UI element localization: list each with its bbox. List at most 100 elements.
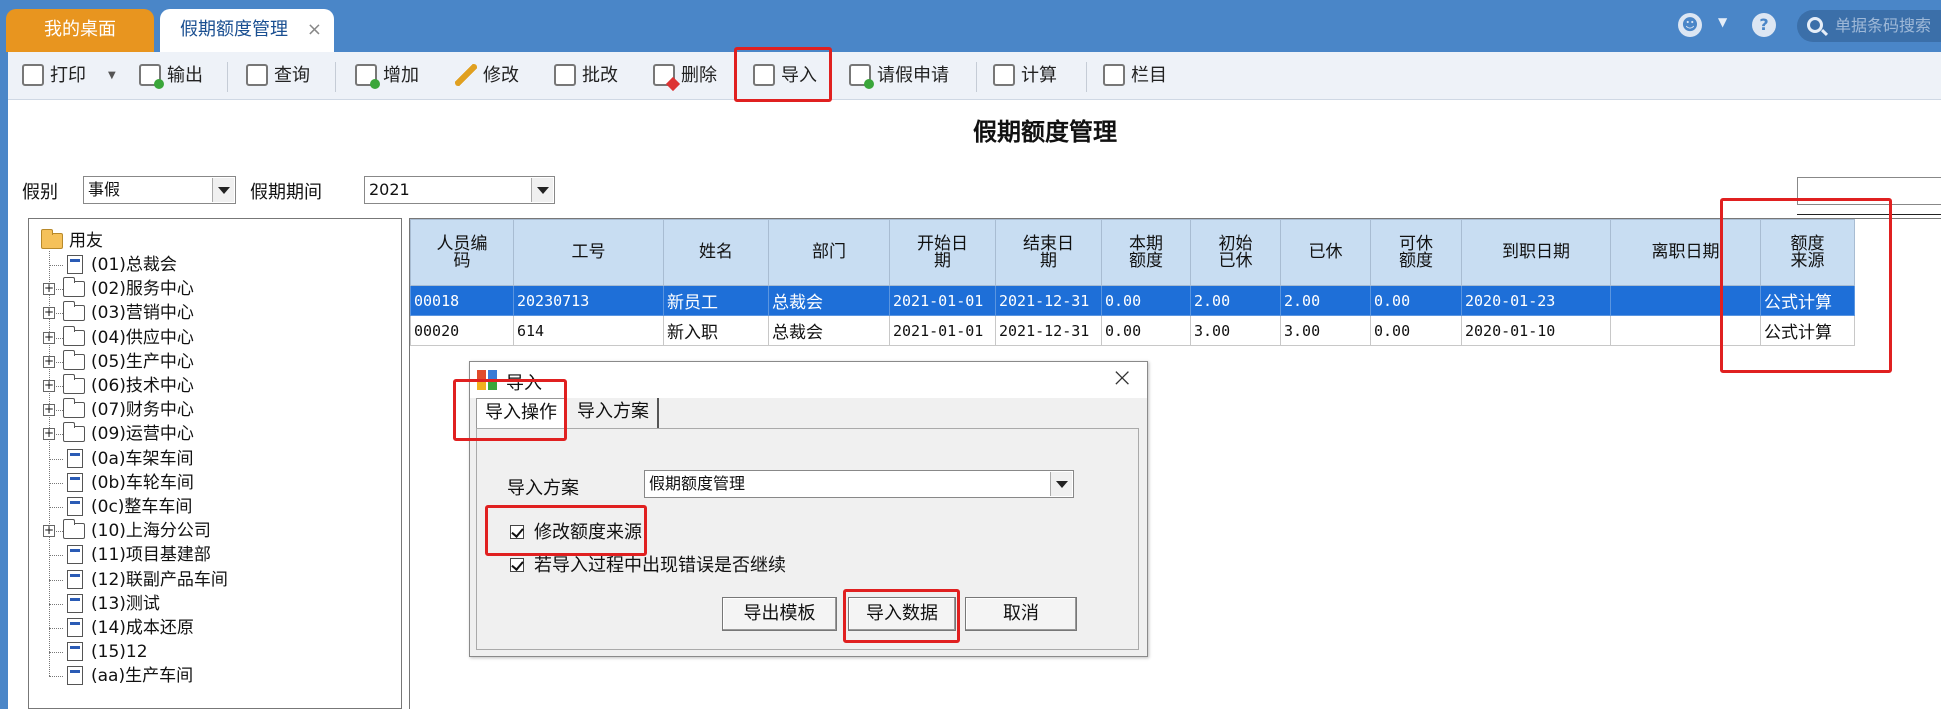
add-button[interactable]: 增加 (355, 60, 419, 92)
tree-expand-icon[interactable]: + (43, 306, 55, 319)
chevron-down-icon[interactable] (531, 178, 553, 202)
column-header[interactable]: 可休 额度 (1370, 219, 1462, 286)
tree-item[interactable]: (01)总裁会 (67, 253, 177, 277)
tree-item[interactable]: (03)营销中心 (63, 301, 194, 325)
tree-item[interactable]: (04)供应中心 (63, 326, 194, 350)
query-button[interactable]: 查询 (246, 60, 310, 92)
import-button[interactable]: 导入 (753, 60, 817, 92)
filter-input-partial[interactable] (1797, 177, 1941, 205)
tab-leave-quota[interactable]: 假期额度管理 × (160, 9, 334, 52)
tree-item[interactable]: (14)成本还原 (67, 616, 194, 640)
leave-request-button[interactable]: 请假申请 (849, 60, 949, 92)
calculate-button[interactable]: 计算 (993, 60, 1057, 92)
table-cell[interactable]: 2021-12-31 (995, 285, 1102, 316)
table-cell[interactable]: 2021-01-01 (889, 315, 996, 346)
table-cell[interactable]: 公式计算 (1760, 315, 1855, 346)
org-tree[interactable]: 用友 (01)总裁会 + (02)服务中心 + (03)营销中心 + (04)供应中心 + (0… (28, 218, 402, 709)
table-cell[interactable]: 00018 (410, 285, 514, 316)
edit-button[interactable]: 修改 (455, 60, 519, 92)
table-cell[interactable]: 2021-01-01 (889, 285, 996, 316)
tree-item[interactable]: (15)12 (67, 640, 148, 664)
table-cell[interactable]: 2020-01-10 (1461, 315, 1611, 346)
tree-expand-icon[interactable]: + (43, 403, 55, 416)
continue-on-error-checkbox[interactable]: 若导入过程中出现错误是否继续 (510, 551, 786, 577)
dialog-close-icon[interactable]: × (1111, 363, 1133, 393)
tree-item[interactable]: (02)服务中心 (63, 277, 194, 301)
table-cell[interactable]: 0.00 (1101, 315, 1191, 346)
column-header[interactable]: 姓名 (663, 219, 769, 286)
smiley-icon[interactable]: ☻ (1678, 13, 1702, 37)
tree-item[interactable]: (aa)生产车间 (67, 664, 193, 688)
tree-expand-icon[interactable]: + (43, 331, 55, 344)
table-cell[interactable]: 2.00 (1190, 285, 1281, 316)
tree-root[interactable]: 用友 (41, 229, 103, 253)
tree-expand-icon[interactable]: + (43, 355, 55, 368)
tab-my-desktop[interactable]: 我的桌面 (6, 9, 154, 52)
tab-import-scheme[interactable]: 导入方案 (569, 398, 659, 428)
table-cell[interactable]: 2020-01-23 (1461, 285, 1611, 316)
tree-expand-icon[interactable]: + (43, 427, 55, 440)
column-header[interactable]: 已休 (1280, 219, 1371, 286)
tree-item[interactable]: (0b)车轮车间 (67, 471, 194, 495)
column-header[interactable]: 人员编码 (410, 219, 514, 286)
period-select[interactable]: 2021 (364, 176, 555, 204)
column-header[interactable]: 初始 已休 (1190, 219, 1281, 286)
table-cell[interactable]: 3.00 (1280, 315, 1371, 346)
column-header[interactable]: 结束日期 (995, 219, 1102, 286)
table-cell[interactable]: 0.00 (1101, 285, 1191, 316)
batch-edit-button[interactable]: 批改 (554, 60, 618, 92)
export-button[interactable]: 输出 (139, 60, 203, 92)
column-header[interactable]: 部门 (768, 219, 890, 286)
print-dropdown-icon[interactable]: ▼ (108, 60, 116, 92)
chevron-down-icon[interactable] (212, 178, 234, 202)
modify-source-checkbox[interactable]: 修改额度来源 (510, 518, 642, 544)
tree-expand-icon[interactable]: + (43, 524, 55, 537)
columns-button[interactable]: 栏目 (1103, 60, 1167, 92)
tree-item[interactable]: (09)运营中心 (63, 422, 194, 446)
chevron-down-icon[interactable] (1050, 472, 1072, 496)
column-header[interactable]: 工号 (513, 219, 664, 286)
tree-item[interactable]: (0c)整车车间 (67, 495, 192, 519)
table-cell[interactable]: 总裁会 (768, 315, 890, 346)
table-cell[interactable]: 公式计算 (1760, 285, 1855, 316)
tree-item[interactable]: (05)生产中心 (63, 350, 194, 374)
table-cell[interactable]: 00020 (410, 315, 514, 346)
column-header[interactable]: 离职日期 (1610, 219, 1761, 286)
table-cell[interactable]: 总裁会 (768, 285, 890, 316)
column-header[interactable]: 开始日期 (889, 219, 996, 286)
tree-item[interactable]: (13)测试 (67, 592, 160, 616)
table-cell[interactable]: 0.00 (1370, 285, 1462, 316)
table-cell[interactable]: 2021-12-31 (995, 315, 1102, 346)
tree-expand-icon[interactable]: + (43, 282, 55, 295)
leave-type-select[interactable]: 事假 (83, 176, 236, 204)
column-header[interactable]: 到职日期 (1461, 219, 1611, 286)
table-cell[interactable]: 3.00 (1190, 315, 1281, 346)
tree-expand-icon[interactable]: + (43, 379, 55, 392)
import-scheme-select[interactable]: 假期额度管理 (644, 470, 1074, 498)
tab-import-operation[interactable]: 导入操作 (476, 398, 566, 428)
tree-item[interactable]: (10)上海分公司 (63, 519, 211, 543)
chevron-down-icon[interactable]: ▼ (1718, 15, 1727, 29)
table-cell[interactable]: 2.00 (1280, 285, 1371, 316)
table-row[interactable]: 00018 20230713 新员工 总裁会 2021-01-01 2021-12-31 0… (410, 285, 1855, 316)
tab-close-icon[interactable]: × (307, 9, 322, 50)
column-header[interactable]: 额度 来源 (1760, 219, 1855, 286)
export-template-button[interactable]: 导出模板 (722, 597, 837, 631)
cancel-button[interactable]: 取消 (965, 597, 1077, 631)
tree-item[interactable]: (11)项目基建部 (67, 543, 211, 567)
tree-item[interactable]: (0a)车架车间 (67, 447, 194, 471)
delete-button[interactable]: 删除 (653, 60, 717, 92)
tree-item[interactable]: (06)技术中心 (63, 374, 194, 398)
import-data-button[interactable]: 导入数据 (848, 597, 956, 631)
table-cell[interactable]: 新入职 (663, 315, 769, 346)
table-cell[interactable]: 新员工 (663, 285, 769, 316)
help-icon[interactable]: ? (1752, 13, 1776, 37)
barcode-search-input[interactable]: 单据条码搜索 (1797, 10, 1941, 42)
table-cell[interactable]: 0.00 (1370, 315, 1462, 346)
print-button[interactable]: 打印 (22, 60, 86, 92)
table-row[interactable]: 00020 614 新入职 总裁会 2021-01-01 2021-12-31 0.00 3.… (410, 315, 1855, 346)
tree-item[interactable]: (07)财务中心 (63, 398, 194, 422)
tree-item[interactable]: (12)联副产品车间 (67, 568, 228, 592)
column-header[interactable]: 本期 额度 (1101, 219, 1191, 286)
table-cell[interactable] (1610, 315, 1761, 346)
